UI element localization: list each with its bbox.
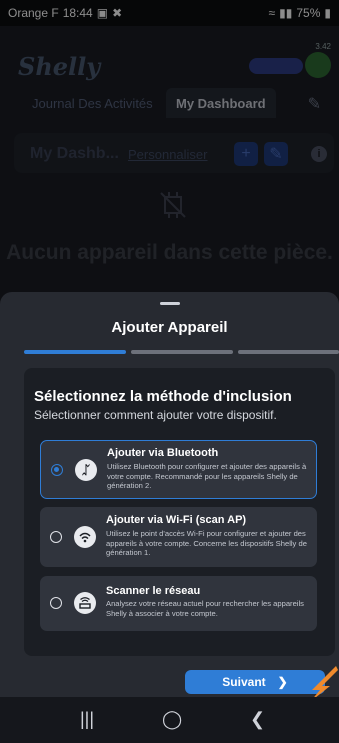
bluetooth-icon: ᛢ	[75, 459, 97, 481]
option-wifi-ap-title: Ajouter via Wi-Fi (scan AP)	[106, 514, 247, 526]
step-indicator-3	[238, 350, 339, 354]
sheet-drag-handle[interactable]	[160, 302, 180, 305]
router-icon	[74, 592, 96, 614]
modal-backdrop[interactable]	[0, 0, 339, 316]
next-button-label: Suivant	[222, 675, 266, 689]
back-icon[interactable]: ❮	[250, 709, 265, 730]
radio-bluetooth[interactable]	[51, 464, 63, 476]
option-scan-network-title: Scanner le réseau	[106, 585, 201, 597]
option-bluetooth[interactable]: ᛢ Ajouter via Bluetooth Utilisez Bluetoo…	[40, 440, 317, 499]
option-bluetooth-title: Ajouter via Bluetooth	[107, 447, 219, 459]
wifi-icon	[74, 526, 96, 548]
radio-wifi-ap[interactable]	[50, 531, 62, 543]
option-scan-network-description: Analysez votre réseau actuel pour recher…	[106, 599, 304, 618]
card-subtitle: Sélectionner comment ajouter votre dispo…	[34, 408, 277, 422]
option-scan-network[interactable]: Scanner le réseau Analysez votre réseau …	[40, 576, 317, 631]
option-wifi-ap-description: Utilisez le point d'accès Wi-Fi pour con…	[106, 529, 307, 557]
option-bluetooth-description: Utilisez Bluetooth pour configurer et aj…	[107, 462, 307, 490]
card-title: Sélectionnez la méthode d'inclusion	[34, 388, 292, 405]
home-icon[interactable]: ◯	[162, 709, 182, 730]
step-indicator-1	[24, 350, 126, 354]
recent-apps-icon[interactable]: |||	[80, 709, 94, 730]
next-button[interactable]: Suivant ❯	[185, 670, 325, 694]
option-wifi-ap[interactable]: Ajouter via Wi-Fi (scan AP) Utilisez le …	[40, 507, 317, 567]
sheet-title: Ajouter Appareil	[111, 319, 228, 336]
step-indicator-2	[131, 350, 233, 354]
chevron-right-icon: ❯	[277, 675, 288, 689]
radio-scan-network[interactable]	[50, 597, 62, 609]
